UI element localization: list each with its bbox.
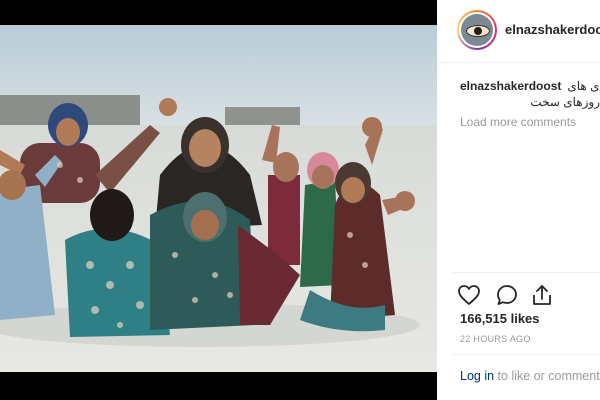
avatar-eye-icon [466,25,490,37]
heart-icon[interactable] [457,283,481,307]
post-caption: elnazshakerdoost ی های روزهای سخت [460,78,600,110]
avatar-ring [459,12,495,48]
avatar[interactable] [457,10,497,50]
caption-text-fragment: ی های [567,79,600,93]
post-image [0,25,437,372]
caption-username-link[interactable]: elnazshakerdoost [460,79,561,93]
post-photo[interactable] [0,25,437,372]
post-timestamp[interactable]: 22 HOURS AGO [460,334,531,344]
actions-divider [452,272,600,273]
load-more-comments-link[interactable]: Load more comments [460,115,576,129]
likes-count[interactable]: 166,515 likes [460,311,540,326]
caption-first-line: elnazshakerdoost ی های [460,78,600,94]
share-icon[interactable] [530,283,554,307]
comment-prompt-text: to like or comment. [497,369,600,383]
login-link[interactable]: Log in [460,369,494,383]
comment-divider [452,354,600,355]
avatar-pupil [474,27,482,35]
profile-username-link[interactable]: elnazshakerdoost [505,22,600,37]
avatar-image [461,14,493,46]
post-header: elnazshakerdoost [437,0,600,63]
post-side-panel: elnazshakerdoost elnazshakerdoost ی های ر… [437,0,600,400]
comment-icon[interactable] [495,283,519,307]
caption-second-line: روزهای سخت [530,95,600,109]
comment-login-prompt: Log in to like or comment. [460,369,600,383]
